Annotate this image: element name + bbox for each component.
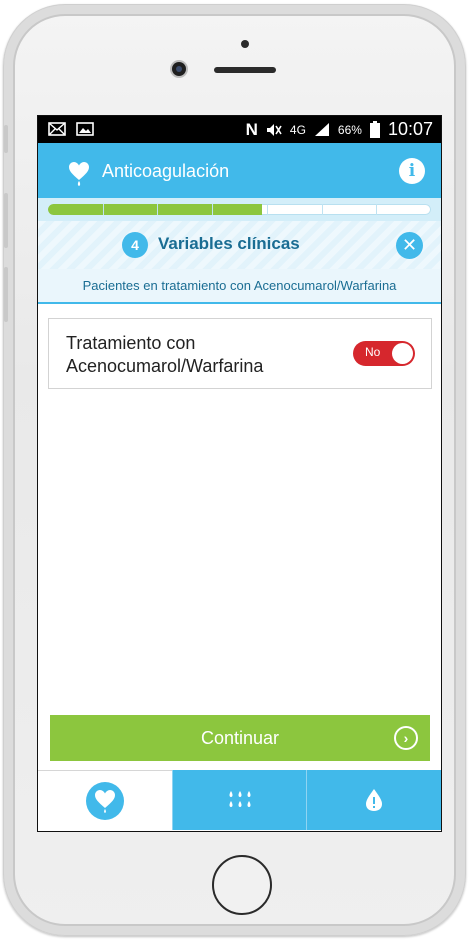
volume-up-button	[4, 193, 8, 248]
progress-bar	[48, 204, 431, 215]
status-time: 10:07	[387, 119, 433, 139]
volume-down-button	[4, 267, 8, 322]
step-header: 4 Variables clínicas ✕	[38, 221, 441, 269]
toggle-knob	[392, 343, 413, 364]
app-title: Anticoagulación	[102, 161, 230, 181]
progress-tick	[321, 204, 323, 215]
heart-drop-icon	[85, 781, 124, 820]
home-button[interactable]	[212, 855, 272, 915]
close-icon[interactable]: ✕	[396, 232, 423, 259]
progress-fill	[48, 204, 263, 215]
mail-icon	[48, 122, 66, 136]
step-title: Variables clínicas	[158, 234, 300, 253]
status-bar: N 4G 66% 10:07	[38, 116, 441, 143]
treatment-toggle[interactable]: No	[353, 341, 415, 366]
question-card: Tratamiento con Acenocumarol/Warfarina N…	[48, 318, 432, 389]
drop-alert-icon	[366, 789, 383, 811]
progress-tick	[212, 204, 214, 215]
signal-icon	[314, 123, 329, 136]
progress-section	[38, 198, 441, 221]
progress-tick	[157, 204, 159, 215]
progress-tick	[266, 204, 268, 215]
image-icon	[76, 122, 94, 136]
proximity-sensor	[241, 40, 249, 48]
battery-icon	[369, 121, 380, 138]
earpiece-speaker	[214, 67, 276, 73]
app-bar: Anticoagulación i	[38, 143, 441, 198]
nav-item-drops[interactable]	[171, 770, 307, 830]
step-number-badge: 4	[122, 232, 148, 258]
phone-screen: N 4G 66% 10:07 Anticoagulación i 4 Varia…	[37, 115, 442, 832]
mute-switch	[4, 125, 8, 153]
toggle-value: No	[365, 345, 381, 359]
drops-grid-icon	[229, 791, 250, 807]
battery-percent: 66%	[337, 122, 362, 137]
nav-item-calculator[interactable]	[38, 770, 172, 830]
progress-tick	[376, 204, 378, 215]
network-type: 4G	[289, 122, 306, 137]
mute-icon	[266, 123, 282, 136]
section-subtitle: Pacientes en tratamiento con Acenocumaro…	[38, 269, 441, 304]
front-camera	[172, 62, 186, 76]
chevron-right-circle-icon: ›	[394, 726, 418, 750]
nav-item-alert[interactable]	[306, 770, 441, 830]
heart-drop-icon	[69, 162, 89, 186]
nfc-icon: N	[245, 119, 258, 139]
progress-tick	[102, 204, 104, 215]
continue-label: Continuar	[200, 728, 280, 748]
bottom-nav	[38, 770, 441, 830]
info-icon[interactable]: i	[399, 158, 425, 184]
continue-button[interactable]: Continuar ›	[50, 715, 430, 761]
question-label: Tratamiento con Acenocumarol/Warfarina	[66, 333, 264, 376]
